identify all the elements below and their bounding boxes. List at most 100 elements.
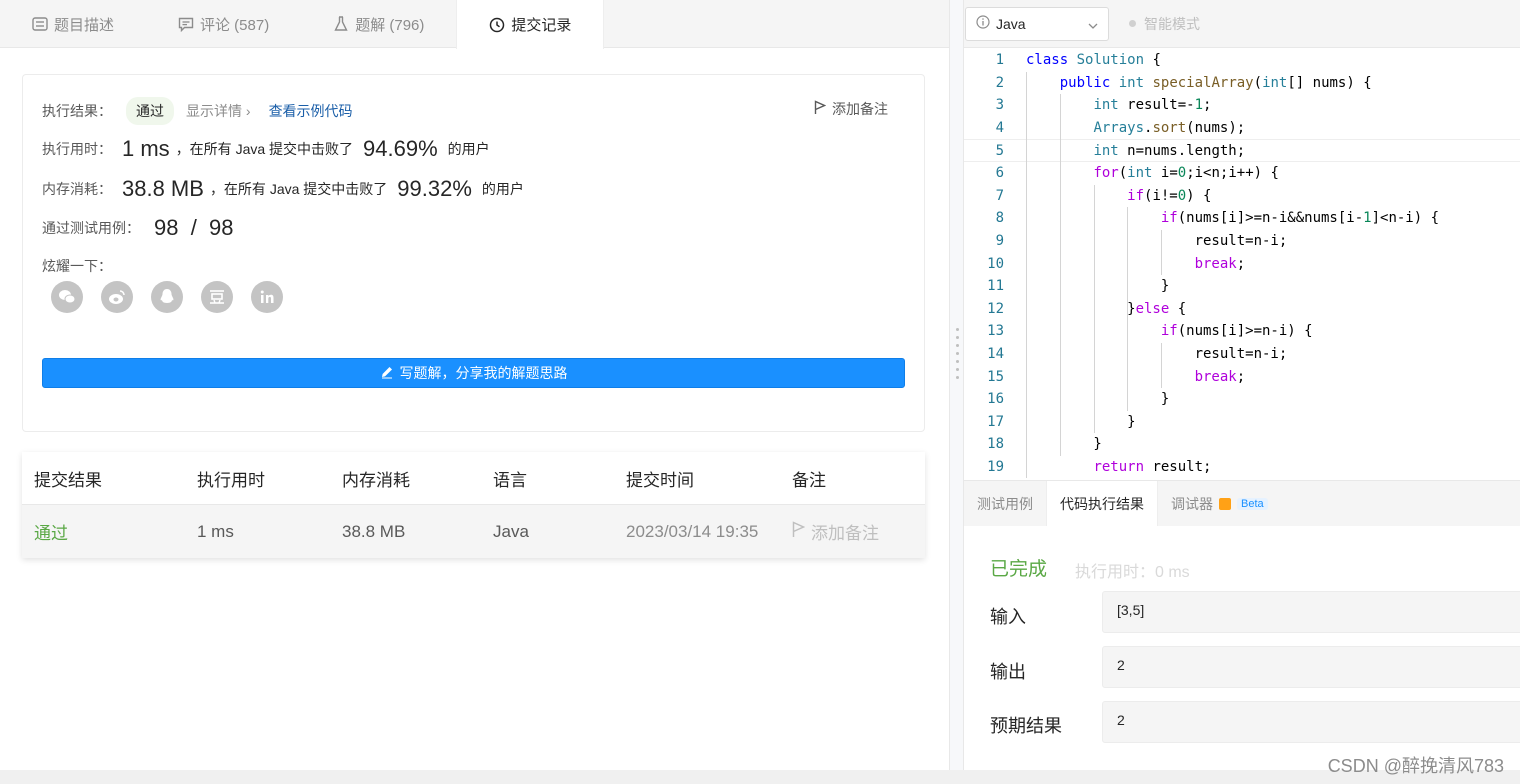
- runtime-percentile: 94.69%: [363, 136, 438, 161]
- code-line[interactable]: 19 return result;: [964, 456, 1520, 479]
- tab-comments-label: 评论 (587): [200, 16, 270, 34]
- code-text: int result=-1;: [1093, 97, 1212, 114]
- code-line[interactable]: 6 for(int i=0;i<n;i++) {: [964, 162, 1520, 185]
- add-note-button[interactable]: 添加备注: [814, 99, 888, 119]
- show-details-link[interactable]: 显示详情 ›: [186, 101, 251, 121]
- add-note-label: 添加备注: [832, 101, 888, 117]
- line-number: 9: [995, 233, 1004, 250]
- code-line[interactable]: 8 if(nums[i]>=n-i&&nums[i-1]<n-i) {: [964, 207, 1520, 230]
- table-header: 提交结果 执行用时 内存消耗 语言 提交时间 备注: [22, 452, 925, 505]
- line-number: 3: [995, 97, 1004, 114]
- header-note: 备注: [792, 470, 826, 490]
- code-text: }: [1026, 436, 1102, 453]
- line-number: 10: [987, 255, 1004, 272]
- line-number: 12: [987, 300, 1004, 317]
- tab-description[interactable]: 题目描述: [0, 0, 146, 48]
- code-line[interactable]: 3 int result=-1;: [964, 94, 1520, 117]
- line-number: 13: [987, 323, 1004, 340]
- tab-comments[interactable]: 评论 (587): [146, 0, 301, 48]
- code-editor[interactable]: 1 class Solution {2 public int specialArr…: [964, 48, 1520, 480]
- pane-resize-handle[interactable]: [953, 328, 961, 388]
- memory-suffix: 的用户: [481, 181, 524, 197]
- memory-percentile: 99.32%: [397, 176, 472, 201]
- run-exec-time: 执行用时：0 ms: [1075, 564, 1190, 581]
- row-submit-time: 2023/03/14 19:35: [626, 521, 759, 541]
- right-panel: Java 智能模式 1 class Solution {2 public int …: [963, 0, 1520, 770]
- indent-guide: [1026, 71, 1027, 479]
- header-memory: 内存消耗: [342, 470, 410, 490]
- row-result[interactable]: 通过: [22, 519, 197, 544]
- left-panel: 题目描述 评论 (587) 题解 (796) 提交记录 执行结果： 通过 显示详…: [0, 0, 950, 770]
- code-text: if(nums[i]>=n-i) {: [1160, 323, 1313, 340]
- memory-label: 内存消耗：: [42, 181, 112, 197]
- code-text: }: [1026, 278, 1170, 295]
- row-note-label: 添加备注: [811, 524, 879, 543]
- wechat-icon[interactable]: [51, 281, 83, 313]
- tab-submissions[interactable]: 提交记录: [456, 0, 605, 49]
- beta-badge: Beta: [1237, 497, 1268, 510]
- tab-solutions-label: 题解 (796): [355, 16, 425, 34]
- douban-icon[interactable]: [201, 281, 233, 313]
- table-row[interactable]: 通过 1 ms 38.8 MB Java 2023/03/14 19:35 添加…: [22, 505, 925, 558]
- code-line[interactable]: 5 int n=nums.length;: [964, 139, 1520, 162]
- write-solution-button[interactable]: 写题解，分享我的解题思路: [42, 358, 905, 388]
- tab-run-result-label: 代码执行结果: [1060, 495, 1144, 512]
- runtime-row: 执行用时： 1 ms ，在所有 Java 提交中击败了 94.69% 的用户: [42, 136, 490, 162]
- memory-row: 内存消耗： 38.8 MB ，在所有 Java 提交中击败了 99.32% 的用…: [42, 176, 524, 202]
- code-line[interactable]: 9 result=n-i;: [964, 230, 1520, 253]
- code-text: public int specialArray(int[] nums) {: [1059, 74, 1372, 91]
- code-line[interactable]: 11 }: [964, 275, 1520, 298]
- line-number: 4: [995, 120, 1004, 137]
- write-solution-label: 写题解，分享我的解题思路: [399, 365, 568, 381]
- code-line[interactable]: 10 break;: [964, 252, 1520, 275]
- linkedin-icon[interactable]: [251, 281, 283, 313]
- language-select[interactable]: Java: [965, 6, 1109, 41]
- line-number: 19: [987, 459, 1004, 476]
- code-line[interactable]: 14 result=n-i;: [964, 343, 1520, 366]
- output-label: 输出: [990, 662, 1026, 682]
- weibo-icon[interactable]: [101, 281, 133, 313]
- code-line[interactable]: 18 }: [964, 433, 1520, 456]
- input-label: 输入: [990, 607, 1026, 627]
- watermark: CSDN @醉挽清风783: [1327, 756, 1504, 776]
- view-sample-code-link[interactable]: 查看示例代码: [269, 101, 353, 121]
- code-line[interactable]: 2 public int specialArray(int[] nums) {: [964, 72, 1520, 95]
- code-line[interactable]: 15 break;: [964, 365, 1520, 388]
- indent-guide: [1161, 229, 1163, 275]
- bottom-scrollbar[interactable]: [0, 770, 1520, 784]
- row-language: Java: [493, 521, 529, 541]
- memory-text: ，在所有 Java 提交中击败了: [209, 181, 388, 197]
- expected-label: 预期结果: [990, 716, 1062, 736]
- submission-result-card: 执行结果： 通过 显示详情 › 查看示例代码 添加备注 执行用时： 1 ms ，…: [22, 74, 925, 432]
- header-runtime: 执行用时: [197, 470, 265, 490]
- code-line[interactable]: 7 if(i!=0) {: [964, 185, 1520, 208]
- line-number: 8: [995, 210, 1004, 227]
- code-line[interactable]: 1 class Solution {: [964, 49, 1520, 72]
- indent-guide: [1161, 342, 1163, 388]
- tab-solutions[interactable]: 题解 (796): [301, 0, 456, 48]
- smart-mode-label: 智能模式: [1144, 15, 1200, 32]
- code-line[interactable]: 13 if(nums[i]>=n-i) {: [964, 320, 1520, 343]
- clock-icon: [489, 17, 505, 33]
- indent-guide: [1059, 94, 1061, 456]
- header-result: 提交结果: [34, 470, 102, 490]
- runtime-suffix: 的用户: [447, 141, 490, 157]
- share-row: 炫耀一下：: [42, 256, 112, 276]
- share-icons: [51, 281, 283, 313]
- tab-debugger[interactable]: 调试器 Beta: [1158, 481, 1281, 526]
- qq-icon[interactable]: [151, 281, 183, 313]
- code-line[interactable]: 16 }: [964, 388, 1520, 411]
- app-root: 题目描述 评论 (587) 题解 (796) 提交记录 执行结果： 通过 显示详…: [0, 0, 1520, 784]
- code-text: }else {: [1026, 300, 1187, 317]
- row-memory: 38.8 MB: [342, 521, 406, 541]
- code-line[interactable]: 4 Arrays.sort(nums);: [964, 117, 1520, 140]
- tab-run-result[interactable]: 代码执行结果: [1046, 481, 1158, 526]
- tab-testcase[interactable]: 测试用例: [964, 481, 1046, 526]
- smart-mode-toggle[interactable]: 智能模式: [1129, 14, 1200, 34]
- code-line[interactable]: 12 }else {: [964, 298, 1520, 321]
- tab-submissions-label: 提交记录: [511, 17, 572, 34]
- row-add-note-button[interactable]: 添加备注: [788, 519, 925, 544]
- expected-value-box: 2: [1102, 701, 1520, 743]
- code-text: for(int i=0;i<n;i++) {: [1093, 165, 1279, 182]
- code-line[interactable]: 17 }: [964, 411, 1520, 434]
